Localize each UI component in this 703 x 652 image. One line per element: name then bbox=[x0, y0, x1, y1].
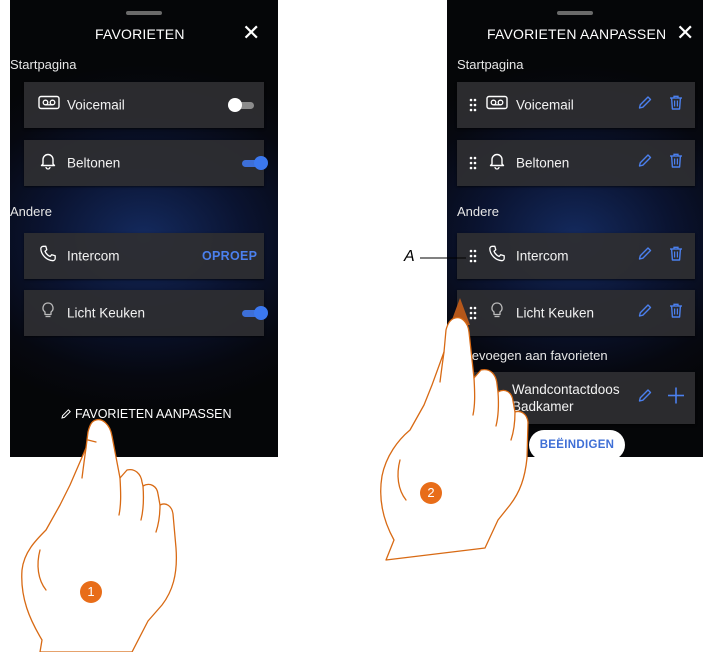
step-1-badge: 1 bbox=[80, 581, 102, 603]
step-2-badge: 2 bbox=[420, 482, 442, 504]
swiping-hand-illustration bbox=[380, 298, 529, 561]
